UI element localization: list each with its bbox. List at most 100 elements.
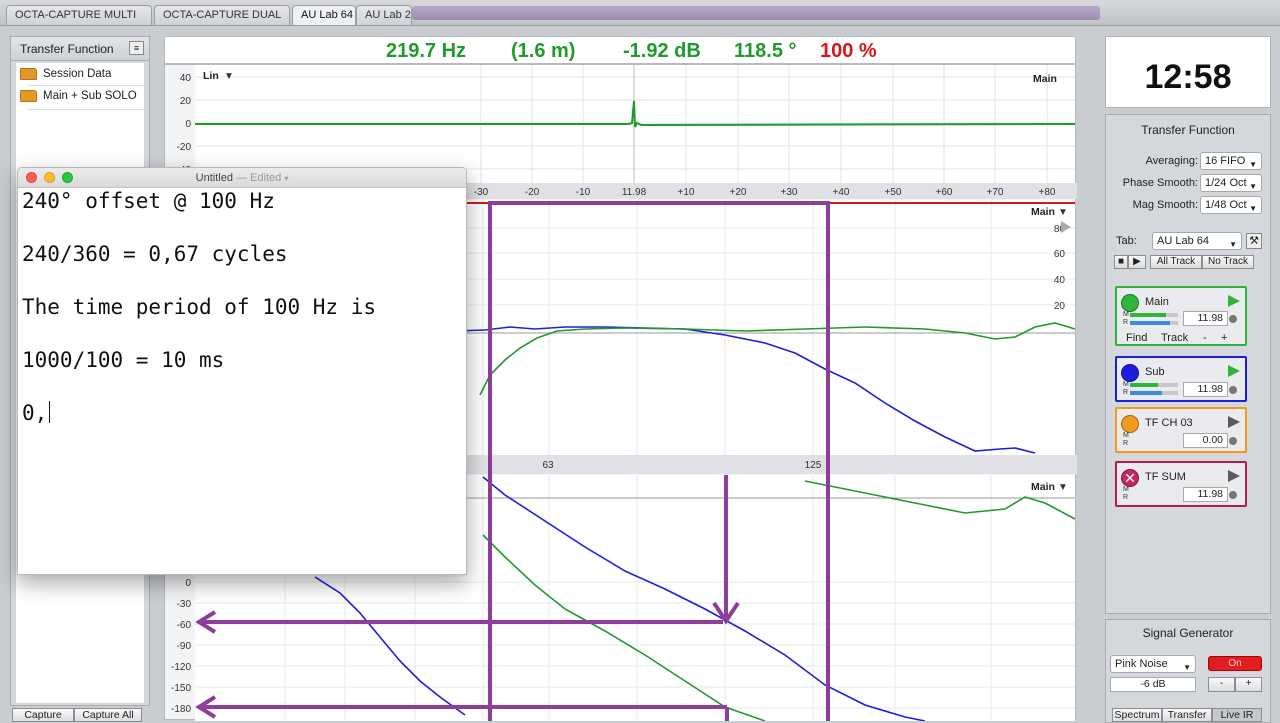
play-icon[interactable] <box>1228 295 1240 307</box>
tools-icon[interactable]: ⚒ <box>1246 233 1262 249</box>
chevron-down-icon[interactable]: ▼ <box>1058 482 1068 493</box>
play-icon[interactable]: ▶ <box>1128 255 1146 269</box>
track-tf-ch-03[interactable]: TF CH 03 M R 0.00 <box>1115 407 1247 453</box>
close-icon[interactable]: ✕ <box>1121 469 1139 487</box>
tab-row: Tab: AU Lab 64 ▼ ⚒ <box>1106 232 1270 252</box>
chevron-down-icon[interactable]: ▾ <box>284 174 288 183</box>
mag-smooth-label: Mag Smooth: <box>1132 199 1198 211</box>
editor-text-area[interactable]: 240° offset @ 100 Hz 240/360 = 0,67 cycl… <box>22 188 462 453</box>
all-track-button[interactable]: All Track <box>1150 255 1202 269</box>
list-icon[interactable]: ≡ <box>129 41 144 55</box>
y-tick-label: 0 <box>185 578 191 589</box>
phase-smooth-select[interactable]: 1/24 Oct ▼ <box>1200 174 1262 192</box>
readout-frequency: 219.7 Hz <box>386 40 467 62</box>
editor-line: 240° offset @ 100 Hz <box>22 189 275 213</box>
mag-smooth-select[interactable]: 1/48 Oct ▼ <box>1200 196 1262 214</box>
zoom-window-icon[interactable] <box>62 172 73 183</box>
track-color-icon[interactable] <box>1121 294 1139 312</box>
track-button[interactable]: Track <box>1161 332 1188 344</box>
readout-coherence: 100 % <box>820 40 877 62</box>
phase-track-label: Main <box>1031 481 1055 493</box>
track-tf-sum[interactable]: ✕ TF SUM M R 11.98 <box>1115 461 1247 507</box>
chevron-down-icon[interactable]: ▼ <box>1058 207 1068 218</box>
level-up-button[interactable]: + <box>1235 677 1262 692</box>
level-meter-r <box>1130 321 1178 325</box>
y-tick-label: -90 <box>177 641 192 652</box>
minus-button[interactable]: - <box>1203 332 1207 344</box>
plus-button[interactable]: + <box>1221 332 1227 344</box>
close-window-icon[interactable] <box>26 172 37 183</box>
chevron-down-icon: ▼ <box>1249 182 1257 191</box>
play-icon[interactable] <box>1228 365 1240 377</box>
x-tick-label: +10 <box>678 187 695 198</box>
impulse-scale-label[interactable]: Lin <box>203 70 219 82</box>
clock-display: 12:58 <box>1105 36 1271 108</box>
track-name: TF SUM <box>1145 471 1186 483</box>
text-editor-window[interactable]: Untitled — Edited ▾ 240° offset @ 100 Hz… <box>17 167 467 575</box>
record-icon[interactable] <box>1229 491 1237 499</box>
x-tick-label: 63 <box>542 460 554 471</box>
y-tick-label: 20 <box>1054 301 1066 312</box>
chevron-down-icon[interactable]: ▼ <box>224 71 234 82</box>
chevron-down-icon: ▼ <box>1249 204 1257 213</box>
x-tick-label: -10 <box>576 187 591 198</box>
record-icon[interactable] <box>1229 315 1237 323</box>
signal-power-toggle[interactable]: On <box>1208 656 1262 671</box>
readout-magnitude: -1.92 dB <box>623 40 701 62</box>
signal-generator-title: Signal Generator <box>1142 626 1234 640</box>
track-sub[interactable]: Sub M R 11.98 <box>1115 356 1247 402</box>
level-down-button[interactable]: - <box>1208 677 1235 692</box>
folder-icon <box>20 68 37 80</box>
meter-label-r: R <box>1123 494 1129 501</box>
track-name: Sub <box>1145 366 1165 378</box>
x-tick-label: +60 <box>936 187 953 198</box>
transfer-panel-title: Transfer Function <box>1141 123 1235 137</box>
track-delay-field[interactable]: 11.98 <box>1183 311 1228 326</box>
y-tick-label: 60 <box>1054 249 1066 260</box>
editor-line: 0, <box>22 401 48 425</box>
play-icon[interactable] <box>1228 416 1240 428</box>
x-tick-label: -20 <box>525 187 540 198</box>
level-meter-m <box>1130 313 1178 317</box>
minimize-window-icon[interactable] <box>44 172 55 183</box>
list-item-session-data[interactable]: Session Data <box>16 63 144 85</box>
list-item-main-sub-solo[interactable]: Main + Sub SOLO <box>16 85 144 107</box>
transfer-function-panel: Transfer Function Averaging: 16 FIFO ▼ Ph… <box>1105 114 1271 614</box>
tab-au-lab-2[interactable]: AU Lab 2 <box>356 5 412 25</box>
meter-label-r: R <box>1123 319 1129 326</box>
tab-octa-capture-multi[interactable]: OCTA-CAPTURE MULTI <box>6 5 152 25</box>
find-button[interactable]: Find <box>1126 332 1147 344</box>
stop-icon[interactable]: ■ <box>1114 255 1128 269</box>
play-icon[interactable] <box>1228 470 1240 482</box>
track-color-icon[interactable] <box>1121 364 1139 382</box>
editor-title-bar[interactable]: Untitled — Edited ▾ <box>18 168 466 188</box>
track-name: TF CH 03 <box>1145 417 1193 429</box>
editor-line: The time period of 100 Hz is <box>22 295 377 319</box>
readout-distance: (1.6 m) <box>511 40 576 62</box>
averaging-value: 16 FIFO <box>1205 155 1246 167</box>
track-color-icon[interactable] <box>1121 415 1139 433</box>
editor-line-current: 0, <box>22 400 462 453</box>
meter-label-m: M <box>1123 311 1129 318</box>
level-meter-m <box>1130 383 1178 387</box>
tab-bar: OCTA-CAPTURE MULTI OCTA-CAPTURE DUAL AU … <box>0 0 1280 26</box>
chevron-down-icon: ▼ <box>1249 160 1257 169</box>
y-tick-label: -150 <box>171 683 191 694</box>
track-delay-field[interactable]: 11.98 <box>1183 487 1228 502</box>
track-delay-field[interactable]: 0.00 <box>1183 433 1228 448</box>
folder-icon <box>20 90 37 102</box>
tab-octa-capture-dual[interactable]: OCTA-CAPTURE DUAL <box>154 5 290 25</box>
averaging-select[interactable]: 16 FIFO ▼ <box>1200 152 1262 170</box>
record-icon[interactable] <box>1229 437 1237 445</box>
tab-select[interactable]: AU Lab 64 ▼ <box>1152 232 1242 250</box>
signal-type-select[interactable]: Pink Noise ▼ <box>1110 655 1196 673</box>
tab-au-lab-64[interactable]: AU Lab 64 <box>292 5 356 25</box>
no-track-button[interactable]: No Track <box>1202 255 1254 269</box>
record-icon[interactable] <box>1229 386 1237 394</box>
track-delay-field[interactable]: 11.98 <box>1183 382 1228 397</box>
y-tick-label: -120 <box>171 662 191 673</box>
track-main[interactable]: Main M R 11.98 Find Track - + <box>1115 286 1247 346</box>
phase-y-ticks: 0 -30 -60 -90 -120 -150 -180 <box>171 578 191 715</box>
phase-smooth-label: Phase Smooth: <box>1122 177 1198 189</box>
signal-level-field[interactable]: -6 dB <box>1110 677 1196 692</box>
